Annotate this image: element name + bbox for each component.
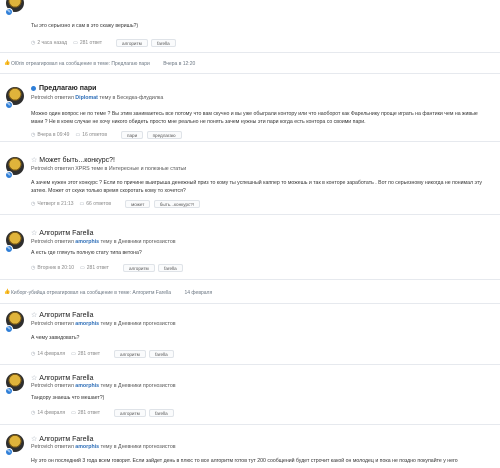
user-link[interactable]: Diplomat — [75, 95, 98, 101]
post-footer: ◷ Четверг в 21:13 ▭ 66 ответов может быть.… — [31, 200, 202, 208]
post-meta: Petrovich ответил amorphis тему в Дневни… — [31, 239, 176, 245]
tag[interactable]: алгоритм — [114, 409, 146, 417]
post-type-icon: ✎ — [5, 245, 13, 253]
reply-count: ▭ 281 ответ — [71, 410, 101, 416]
post-meta: Petrovich ответил amorphis тему в Дневни… — [31, 383, 176, 389]
reaction-time: Вчера в 12:20 — [163, 61, 196, 67]
post-time[interactable]: ◷ Вчера в 09:49 — [31, 132, 69, 138]
tag[interactable]: предлагаю — [146, 131, 182, 139]
comments-icon: ▭ — [80, 265, 85, 271]
feed-item: ✎ ☆ Алгоритм Farella Petrovich ответил am… — [0, 425, 500, 468]
clock-icon: ◷ — [31, 410, 36, 416]
clock-icon: ◷ — [31, 351, 36, 357]
post-type-icon: ✎ — [5, 387, 13, 395]
post-excerpt: Тандору знаешь что мешает?) — [31, 395, 105, 401]
tag[interactable]: алгоритм — [116, 39, 148, 47]
like-icon: 👍 — [4, 289, 11, 295]
post-meta: Petrovich ответил XPRS теме в Интересные… — [31, 166, 187, 172]
reply-count: ▭ 281 ответ — [73, 40, 103, 46]
tag[interactable]: farella — [149, 409, 174, 417]
post-time[interactable]: ◷ 2 часа назад — [31, 40, 67, 46]
post-footer: ◷ 14 февраля ▭ 281 ответ алгоритм farella — [31, 409, 176, 417]
user-link[interactable]: amorphis — [75, 321, 99, 327]
comments-icon: ▭ — [71, 410, 76, 416]
reaction-text[interactable]: Киборг-убийца отреагировал на сообщение … — [11, 290, 171, 296]
thread-title[interactable]: ☆ Алгоритм Farella — [31, 435, 94, 443]
comments-icon: ▭ — [71, 351, 76, 357]
thread-title[interactable]: Предлагаю пари — [31, 85, 96, 92]
post-type-icon: ✎ — [5, 448, 13, 456]
post-type-icon: ✎ — [5, 101, 13, 109]
post-type-icon: ✎ — [5, 8, 13, 16]
post-meta: Petrovich ответил Diplomat тему в Беседк… — [31, 95, 164, 101]
reply-count: ▭ 281 ответ — [71, 351, 101, 357]
post-excerpt: А зачем нужен этот конкурс ? Если по при… — [31, 180, 483, 194]
tag[interactable]: farella — [149, 350, 174, 358]
star-icon: ☆ — [31, 312, 38, 319]
clock-icon: ◷ — [31, 265, 36, 271]
reaction-time: 14 февраля — [184, 290, 213, 296]
tag[interactable]: может — [125, 200, 151, 208]
user-link[interactable]: amorphis — [75, 383, 99, 389]
star-icon: ☆ — [31, 375, 38, 382]
like-icon: 👍 — [4, 60, 11, 66]
feed-item: ✎ Ты это серьезно и сам в это скажу вери… — [0, 0, 500, 53]
clock-icon: ◷ — [31, 40, 36, 46]
post-excerpt: А чему завидовать? — [31, 335, 80, 341]
feed-item: ✎ ☆ Алгоритм Farella Petrovich ответил am… — [0, 304, 500, 365]
post-excerpt: Ты это серьезно и сам в это скажу веришь… — [31, 23, 139, 29]
reply-count: ▭ 16 ответов — [75, 132, 107, 138]
thread-title[interactable]: ☆ Алгоритм Farella — [31, 229, 94, 237]
clock-icon: ◷ — [31, 201, 36, 207]
star-icon: ☆ — [31, 230, 38, 237]
reply-count: ▭ 66 ответов — [79, 201, 112, 207]
user-link[interactable]: amorphis — [75, 239, 99, 245]
tag[interactable]: farella — [151, 39, 176, 47]
post-footer: ◷ 14 февраля ▭ 281 ответ алгоритм farella — [31, 350, 176, 358]
post-footer: ◷ Вторник в 20:10 ▭ 281 ответ алгоритм far… — [31, 264, 185, 272]
post-excerpt: Ну это он последний 3 года всем говорит.… — [31, 458, 458, 464]
star-icon: ☆ — [31, 157, 38, 164]
post-meta: Petrovich ответил amorphis тему в Дневни… — [31, 321, 176, 327]
feed-item: ✎ ☆ Алгоритм Farella Petrovich ответил am… — [0, 215, 500, 280]
reply-count: ▭ 281 ответ — [80, 265, 109, 271]
feed-item: ✎ ☆ Алгоритм Farella Petrovich ответил am… — [0, 365, 500, 425]
post-type-icon: ✎ — [5, 171, 13, 179]
thread-title[interactable]: ☆ Алгоритм Farella — [31, 374, 94, 382]
unread-dot-icon — [31, 85, 36, 91]
post-footer: ◷ 2 часа назад ▭ 281 ответ алгоритм farell… — [31, 39, 178, 47]
star-icon: ☆ — [31, 436, 38, 443]
feed-item: ✎ Предлагаю пари Petrovich ответил Diplo… — [0, 74, 500, 142]
post-type-icon: ✎ — [5, 325, 13, 333]
reaction-text[interactable]: Ol0rin отреагировал на сообщение в теме:… — [11, 61, 150, 67]
post-excerpt: Можно один вопрос не по теме ? Вы этим з… — [31, 111, 478, 125]
tag[interactable]: farella — [158, 264, 183, 272]
comments-icon: ▭ — [75, 132, 81, 138]
post-time[interactable]: ◷ Вторник в 20:10 — [31, 265, 74, 271]
post-time[interactable]: ◷ Четверг в 21:13 — [31, 201, 74, 207]
post-meta: Petrovich ответил amorphis тему в Дневни… — [31, 444, 176, 450]
clock-icon: ◷ — [31, 132, 36, 138]
reaction-item: 👍 Ol0rin отреагировал на сообщение в тем… — [0, 53, 500, 74]
tag[interactable]: быть...конкурс?! — [153, 200, 201, 208]
post-excerpt: А есть где глянуть полную стату типа вет… — [31, 250, 142, 256]
thread-title[interactable]: ☆ Может быть...конкурс?! — [31, 156, 115, 164]
comments-icon: ▭ — [73, 40, 78, 46]
post-footer: ◷ Вчера в 09:49 ▭ 16 ответов пари предлага… — [31, 131, 184, 139]
tag[interactable]: алгоритм — [114, 350, 146, 358]
feed-item: ✎ ☆ Может быть...конкурс?! Petrovich отве… — [0, 142, 500, 215]
reaction-item: 👍 Киборг-убийца отреагировал на сообщени… — [0, 280, 500, 304]
thread-title[interactable]: ☆ Алгоритм Farella — [31, 311, 94, 319]
tag[interactable]: алгоритм — [122, 264, 155, 272]
post-time[interactable]: ◷ 14 февраля — [31, 410, 65, 416]
post-time[interactable]: ◷ 14 февраля — [31, 351, 65, 357]
comments-icon: ▭ — [79, 201, 85, 207]
tag[interactable]: пари — [121, 131, 144, 139]
user-link[interactable]: amorphis — [75, 444, 99, 450]
